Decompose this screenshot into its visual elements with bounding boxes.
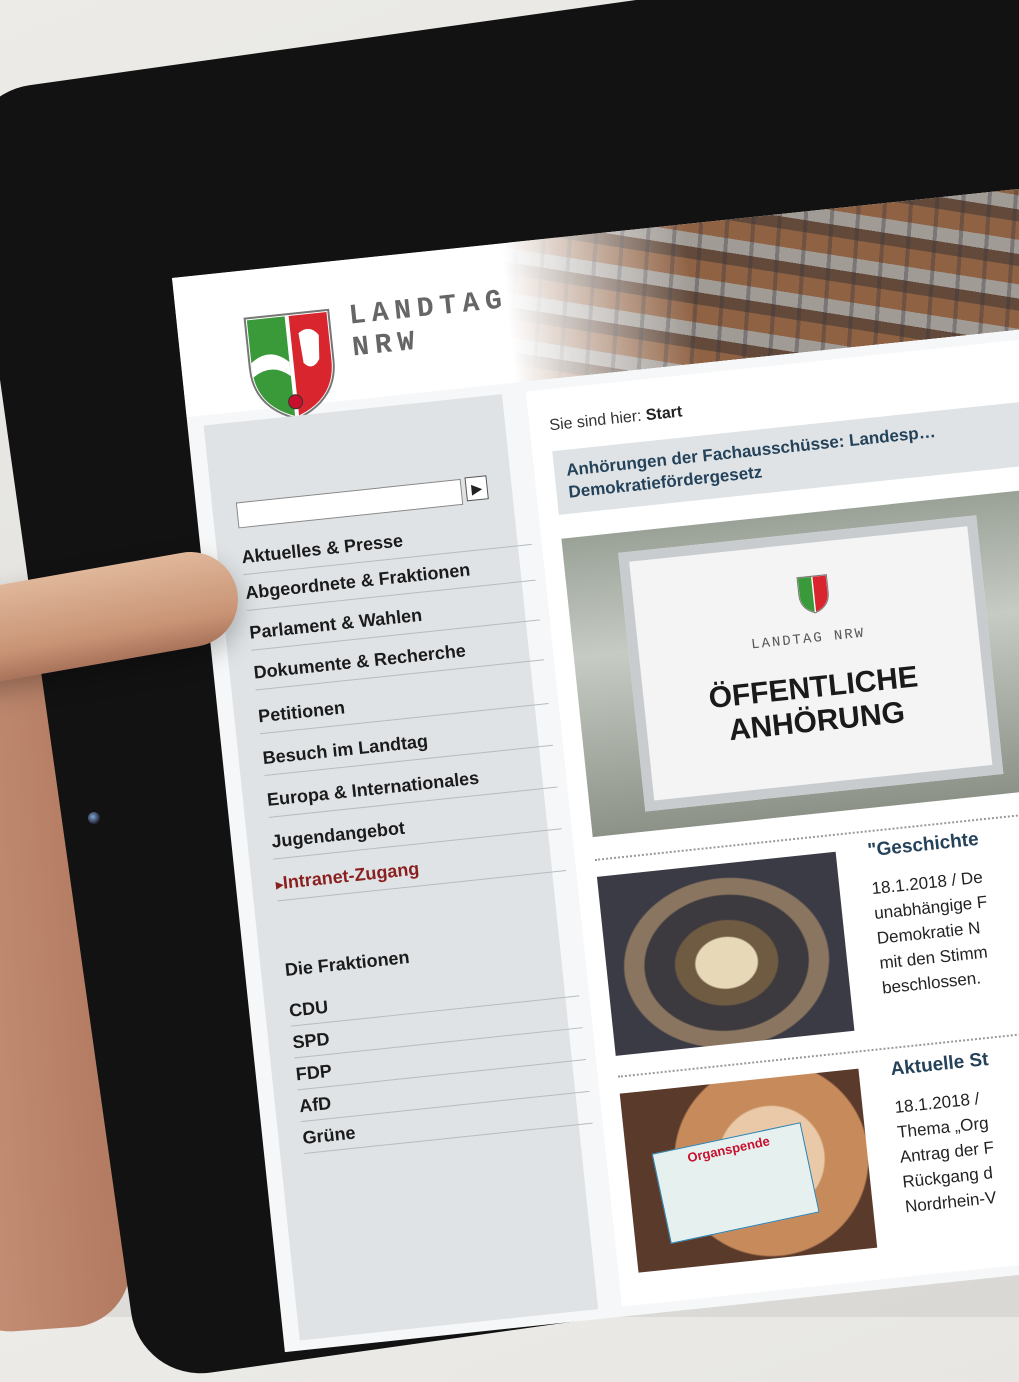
hearing-sign-photo[interactable]: LANDTAG NRW ÖFFENTLICHE ANHÖRUNG [561, 480, 1019, 838]
coat-of-arms-icon [243, 308, 335, 420]
logo-text: LANDTAG NRW [347, 285, 510, 365]
sign-logo-text: LANDTAG NRW [750, 625, 866, 654]
sign-text: ÖFFENTLICHE ANHÖRUNG [707, 660, 920, 748]
hearing-sign: LANDTAG NRW ÖFFENTLICHE ANHÖRUNG [618, 515, 1004, 812]
search-button[interactable]: ▶ [464, 475, 489, 502]
browser-screen: LANDTAG NRW ▶ Aktuelles & Presse Abgeord… [172, 183, 1019, 1353]
camera-icon [88, 812, 100, 824]
breadcrumb-current[interactable]: Start [645, 403, 683, 424]
plenary-thumbnail[interactable] [596, 851, 855, 1056]
organspende-card: Organspende [651, 1122, 820, 1244]
organspende-thumbnail[interactable]: Organspende [619, 1068, 878, 1273]
coat-of-arms-icon [796, 574, 829, 614]
